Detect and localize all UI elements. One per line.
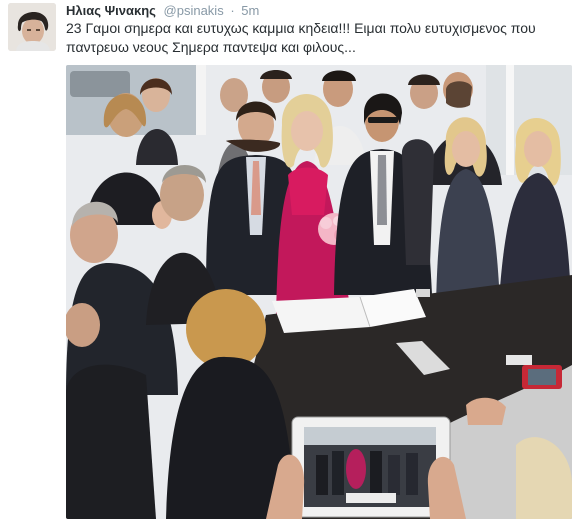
profile-photo-icon [8,3,56,51]
display-name[interactable]: Ηλιας Ψινακης [66,3,156,18]
separator-dot: · [230,3,235,18]
timestamp-link[interactable]: 5m [241,3,259,18]
tweet-header: Ηλιας Ψινακης @psinakis · 5m [66,2,259,19]
wedding-photo-icon [66,65,572,519]
user-handle[interactable]: @psinakis [164,3,224,18]
tweet-photo[interactable] [66,65,572,519]
tweet: Ηλιας Ψινακης @psinakis · 5m 23 Γαμοι ση… [0,0,575,520]
tweet-text: 23 Γαμοι σημερα και ευτυχως καμμια κηδει… [66,20,536,55]
avatar[interactable] [8,3,56,51]
